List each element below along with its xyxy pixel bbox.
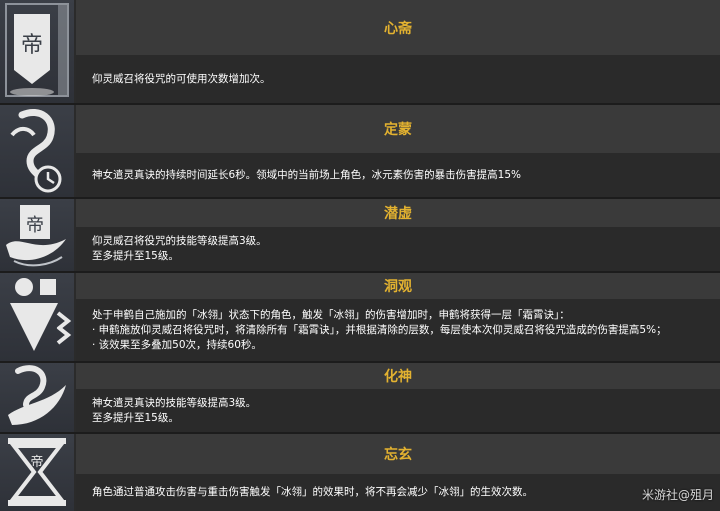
constellation-description: 神女遣灵真诀的持续时间延长6秒。领域中的当前场上角色，冰元素伤害的暴击伤害提高1… xyxy=(76,153,720,197)
crane-timer-icon xyxy=(0,105,74,197)
description-line: 神女遣灵真诀的持续时间延长6秒。领域中的当前场上角色，冰元素伤害的暴击伤害提高1… xyxy=(92,168,522,181)
constellation-row: 定蒙 神女遣灵真诀的持续时间延长6秒。领域中的当前场上角色，冰元素伤害的暴击伤害… xyxy=(0,105,720,197)
description-line: · 该效果至多叠加50次，持续60秒。 xyxy=(92,338,262,351)
constellation-row: 化神 神女遣灵真诀的技能等级提高3级。 至多提升至15级。 xyxy=(0,363,720,432)
constellation-row: 帝 心斋 仰灵威召将役咒的可使用次数增加次。 xyxy=(0,0,720,103)
constellation-description: 处于申鹤自己施加的「冰翎」状态下的角色，触发「冰翎」的伤害增加时，申鹤将获得一层… xyxy=(76,299,720,361)
svg-text:帝: 帝 xyxy=(30,454,43,470)
constellation-title: 忘玄 xyxy=(76,434,720,474)
description-line: 至多提升至15级。 xyxy=(92,250,179,262)
constellation-row: 帝 忘玄 角色通过普通攻击伤害与重击伤害触发「冰翎」的效果时，将不再会减少「冰翎… xyxy=(0,434,720,511)
description-line: 神女遣灵真诀的技能等级提高3级。 xyxy=(92,396,257,409)
hourglass-sigil-icon: 帝 xyxy=(0,434,74,511)
description-line: 仰灵威召将役咒的技能等级提高3级。 xyxy=(92,235,267,247)
constellation-title: 定蒙 xyxy=(76,105,720,153)
constellation-description: 仰灵威召将役咒的可使用次数增加次。 xyxy=(76,55,720,103)
constellation-row: 帝 潜虚 仰灵威召将役咒的技能等级提高3级。 至多提升至15级。 xyxy=(0,199,720,271)
description-line: 至多提升至15级。 xyxy=(92,411,179,424)
constellation-title: 化神 xyxy=(76,363,720,389)
constellation-description: 神女遣灵真诀的技能等级提高3级。 至多提升至15级。 xyxy=(76,389,720,432)
constellation-title: 洞观 xyxy=(76,273,720,299)
description-line: · 申鹤施放仰灵威召将役咒时，将清除所有「霜霄诀」，并根据清除的层数，每层使本次… xyxy=(92,323,667,336)
crane-swirl-icon xyxy=(0,363,74,432)
svg-text:帝: 帝 xyxy=(26,215,44,236)
banner-sigil-icon: 帝 xyxy=(0,0,74,103)
description-line: 处于申鹤自己施加的「冰翎」状态下的角色，触发「冰翎」的伤害增加时，申鹤将获得一层… xyxy=(92,308,570,321)
constellation-description: 角色通过普通攻击伤害与重击伤害触发「冰翎」的效果时，将不再会减少「冰翎」的生效次… xyxy=(76,474,720,511)
constellation-description: 仰灵威召将役咒的技能等级提高3级。 至多提升至15级。 xyxy=(76,227,720,271)
description-line: 角色通过普通攻击伤害与重击伤害触发「冰翎」的效果时，将不再会减少「冰翎」的生效次… xyxy=(92,486,533,498)
constellation-title: 潜虚 xyxy=(76,199,720,227)
svg-text:帝: 帝 xyxy=(21,33,43,58)
banner-wave-icon: 帝 xyxy=(0,199,74,271)
description-line: 仰灵威召将役咒的可使用次数增加次。 xyxy=(92,72,271,85)
constellation-row: 洞观 处于申鹤自己施加的「冰翎」状态下的角色，触发「冰翎」的伤害增加时，申鹤将获… xyxy=(0,273,720,361)
constellation-title: 心斋 xyxy=(76,0,720,55)
watermark: 米游社@殂月 xyxy=(641,488,714,502)
spear-chevrons-icon xyxy=(0,273,74,361)
